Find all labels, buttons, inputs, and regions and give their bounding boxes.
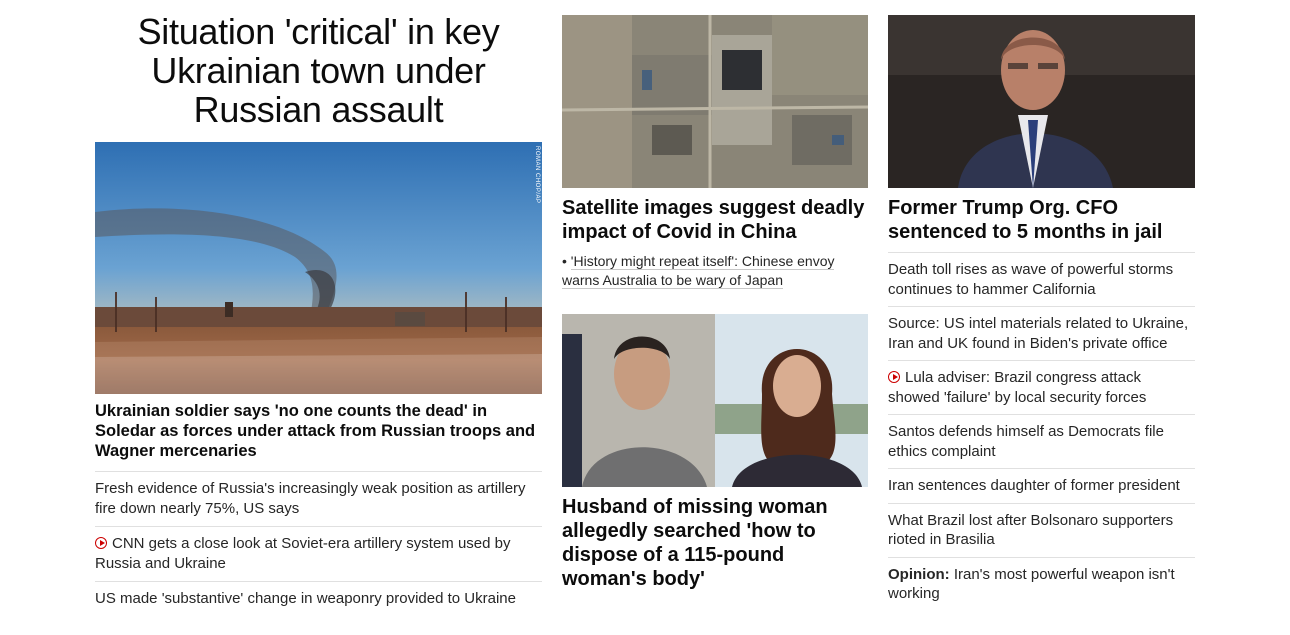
photo-credit: ROMAN CHOP/AP — [534, 146, 540, 204]
portrait-image — [562, 314, 868, 487]
list-item[interactable]: US made 'substantive' change in weaponry… — [95, 581, 542, 617]
list-item[interactable]: Opinion: Iran's most powerful weapon isn… — [888, 556, 1195, 611]
cfo-story-title[interactable]: Former Trump Org. CFO sentenced to 5 mon… — [888, 196, 1195, 244]
middle-column: Satellite images suggest deadly impact o… — [562, 0, 868, 599]
smoke-landscape-image — [95, 142, 542, 394]
list-item[interactable]: Death toll rises as wave of powerful sto… — [888, 252, 1195, 306]
play-circle-icon — [95, 537, 107, 549]
list-item[interactable]: Source: US intel materials related to Uk… — [888, 306, 1195, 360]
lead-story-title[interactable]: Ukrainian soldier says 'no one counts th… — [95, 401, 542, 461]
lead-story-column: Situation 'critical' in key Ukrainian to… — [95, 0, 542, 617]
related-links: Fresh evidence of Russia's increasingly … — [95, 471, 542, 617]
missing-woman-photo[interactable] — [562, 314, 868, 487]
lead-photo[interactable]: ROMAN CHOP/AP — [95, 142, 542, 394]
headline-list: Death toll rises as wave of powerful sto… — [888, 252, 1195, 611]
list-item[interactable]: What Brazil lost after Bolsonaro support… — [888, 502, 1195, 557]
lead-headline[interactable]: Situation 'critical' in key Ukrainian to… — [95, 12, 542, 129]
opinion-label: Opinion: — [888, 565, 950, 583]
cfo-portrait-image — [888, 15, 1195, 188]
related-link[interactable]: • 'History might repeat itself': Chinese… — [562, 252, 868, 290]
play-circle-icon — [888, 371, 900, 383]
satellite-image — [562, 15, 868, 188]
list-item[interactable]: Lula adviser: Brazil congress attack sho… — [888, 360, 1195, 414]
satellite-story-title[interactable]: Satellite images suggest deadly impact o… — [562, 196, 868, 244]
missing-woman-story-title[interactable]: Husband of missing woman allegedly searc… — [562, 495, 868, 591]
list-item[interactable]: CNN gets a close look at Soviet-era arti… — [95, 526, 542, 581]
list-item[interactable]: Santos defends himself as Democrats file… — [888, 414, 1195, 468]
list-item[interactable]: Iran sentences daughter of former presid… — [888, 468, 1195, 503]
list-item[interactable]: Fresh evidence of Russia's increasingly … — [95, 471, 542, 526]
right-column: Former Trump Org. CFO sentenced to 5 mon… — [888, 0, 1195, 611]
cfo-photo[interactable] — [888, 15, 1195, 188]
satellite-photo[interactable] — [562, 15, 868, 188]
